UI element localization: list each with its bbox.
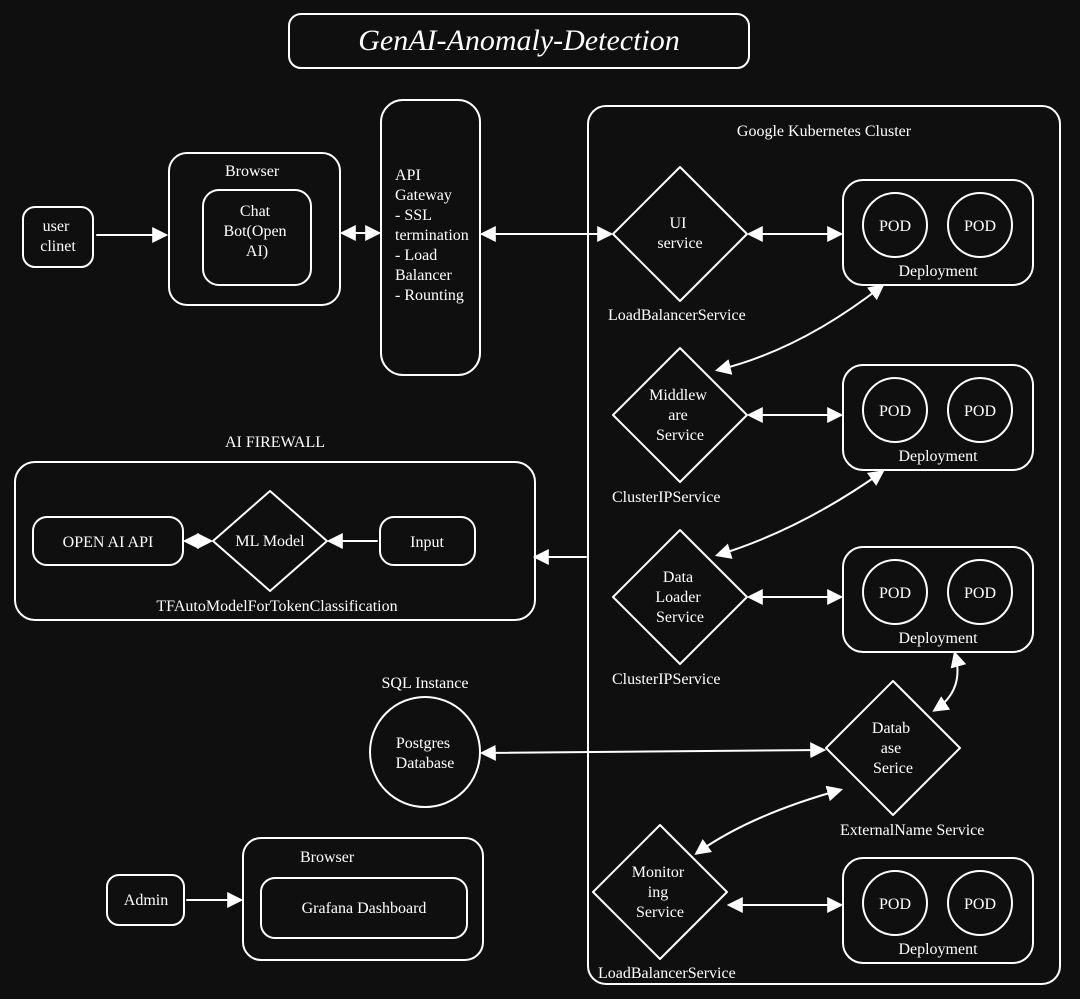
chatbot-label: Chat Bot(Open AI) [223,203,290,260]
database-service-label: Datab ase Serice [872,720,914,777]
admin-label: Admin [124,892,168,909]
ai-firewall-label: AI FIREWALL [225,434,325,451]
middleware-service-type: ClusterIPService [612,489,720,506]
deployment-label: Deployment [898,263,978,280]
pod-label: POD [879,403,911,420]
openai-api-label: OPEN AI API [63,534,154,551]
deployment-label: Deployment [898,941,978,958]
middleware-service-label: Middlew are Service [649,387,711,444]
user-client-label: user clinet [40,218,76,255]
browser2-box [243,838,483,960]
browser2-label: Browser [300,849,355,866]
postgres-label: Postgres Database [396,735,455,772]
ui-service-label: UI service [657,215,702,252]
pod-label: POD [879,585,911,602]
browser-label: Browser [225,163,280,180]
ml-model-label: ML Model [235,533,305,550]
api-gateway-label: API Gateway - SSL termination - Load Bal… [395,167,473,304]
postgres-circle [370,697,480,807]
pod-label: POD [879,218,911,235]
pod-label: POD [964,403,996,420]
arrow-uideploy-middleware [718,286,882,370]
deployment-label: Deployment [898,630,978,647]
deployment-label: Deployment [898,448,978,465]
user-client-box [23,207,93,267]
pod-label: POD [964,585,996,602]
monitoring-service-type: LoadBalancerService [598,965,736,982]
pod-label: POD [879,896,911,913]
database-service-type: ExternalName Service [840,822,984,839]
gke-cluster-label: Google Kubernetes Cluster [737,123,912,140]
ml-model-desc: TFAutoModelForTokenClassification [156,598,397,615]
input-label: Input [410,534,444,551]
sql-instance-label: SQL Instance [382,675,469,692]
dataloader-service-label: Data Loader Service [655,569,704,626]
ui-service-diamond [613,167,747,301]
arrow-middeploy-dataloader [718,472,882,555]
pod-label: POD [964,218,996,235]
arrow-postgres-db [483,750,823,753]
arrow-dldeploy-db [935,654,958,710]
monitoring-service-label: Monitor ing Service [632,864,688,921]
ui-service-type: LoadBalancerService [608,307,746,324]
page-title: GenAI-Anomaly-Detection [358,24,680,57]
dataloader-service-type: ClusterIPService [612,671,720,688]
grafana-label: Grafana Dashboard [302,900,427,917]
pod-label: POD [964,896,996,913]
arrow-db-monitoring [697,790,840,853]
